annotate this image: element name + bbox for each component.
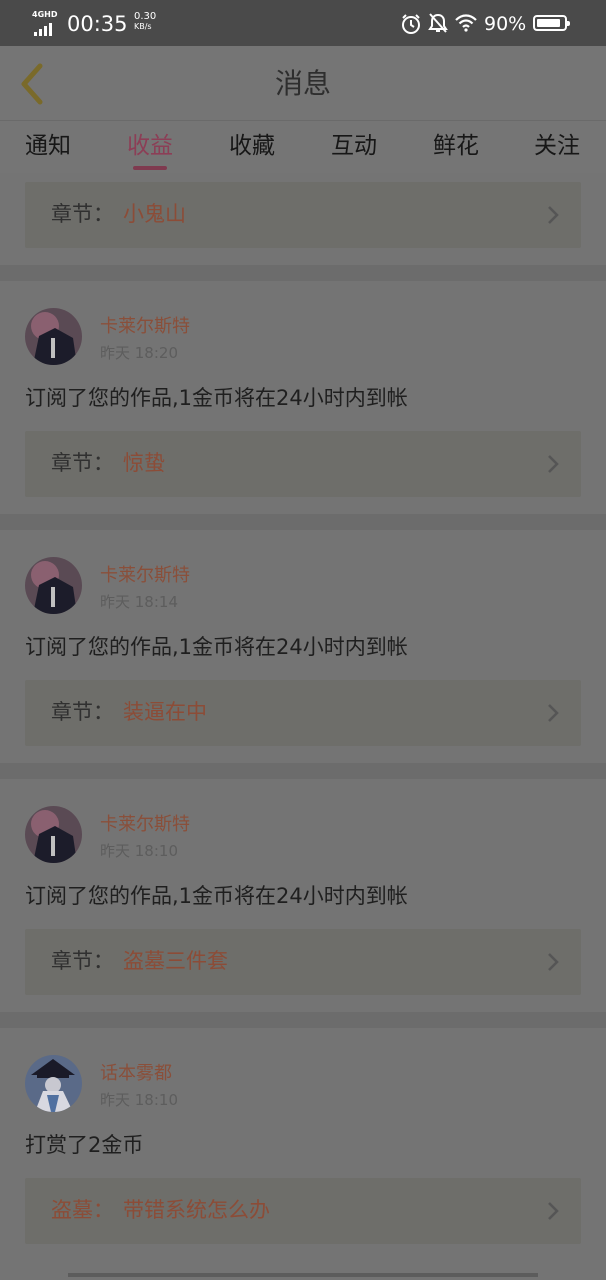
message-text: 订阅了您的作品,1金币将在24小时内到帐 [25,386,408,410]
message-list[interactable]: 章节： 小鬼山 卡莱尔斯特 昨天 18:20 订阅了您的作品,1金币将在24小时… [0,173,606,1280]
chapter-link[interactable]: 章节： 装逼在中 [25,680,581,746]
network-type: 4GHD [32,10,58,19]
avatar-image [25,806,82,863]
network-speed-unit: KB/s [134,22,152,31]
battery-level [537,19,560,27]
author-name[interactable]: 卡莱尔斯特 [100,814,190,836]
avatar-image [25,1055,82,1112]
message-time: 昨天 18:10 [100,842,178,860]
message-card: 卡莱尔斯特 昨天 18:10 订阅了您的作品,1金币将在24小时内到帐 章节： … [0,779,606,1012]
chapter-name: 装逼在中 [123,700,207,724]
chapter-label: 章节： [51,949,114,973]
network-speed-value: 0.30 [134,11,157,22]
message-card: 话本雾都 昨天 18:10 打赏了2金币 盗墓： 带错系统怎么办 [0,1028,606,1280]
chapter-link[interactable]: 章节： 惊蛰 [25,431,581,497]
message-text: 订阅了您的作品,1金币将在24小时内到帐 [25,635,408,659]
page-title: 消息 [274,67,331,100]
message-time: 昨天 18:14 [100,593,178,611]
bell-muted-icon [428,13,448,33]
chapter-link[interactable]: 章节： 盗墓三件套 [25,929,581,995]
avatar[interactable] [25,806,82,863]
divider [0,514,606,530]
message-card: 卡莱尔斯特 昨天 18:14 订阅了您的作品,1金币将在24小时内到帐 章节： … [0,530,606,763]
bottom-divider [68,1273,538,1277]
chevron-right-icon [548,1202,559,1220]
chapter-label: 章节： [51,700,114,724]
message-text: 打赏了2金币 [25,1133,144,1157]
header: 消息 [0,46,606,121]
chevron-right-icon [548,455,559,473]
wifi-icon [455,14,477,32]
divider [0,763,606,779]
tab-bar: 通知 收益 收藏 互动 鲜花 关注 [0,121,606,173]
avatar[interactable] [25,557,82,614]
network-speed: 0.30 KB/s [134,11,156,32]
chapter-label: 章节： [51,202,114,226]
battery-icon [533,15,570,31]
author-name[interactable]: 话本雾都 [100,1063,172,1085]
chapter-name: 小鬼山 [123,202,186,226]
divider [0,1012,606,1028]
chapter-label: 盗墓： [51,1198,114,1222]
chapter-link[interactable]: 盗墓： 带错系统怎么办 [25,1178,581,1244]
avatar-image [25,308,82,365]
active-tab-indicator [133,166,167,170]
avatar[interactable] [25,1055,82,1112]
tab-interactions[interactable]: 互动 [309,131,399,161]
chapter-name: 盗墓三件套 [123,949,228,973]
alarm-icon [402,14,420,34]
status-bar: 4GHD 00:35 0.30 KB/s 90% [0,0,606,46]
battery-percentage: 90% [484,13,527,35]
author-name[interactable]: 卡莱尔斯特 [100,316,190,338]
message-text: 订阅了您的作品,1金币将在24小时内到帐 [25,884,408,908]
avatar-image [25,557,82,614]
cellular-signal-icon: 4GHD [32,10,60,36]
tab-favorites[interactable]: 收藏 [207,131,297,161]
message-time: 昨天 18:20 [100,344,178,362]
avatar[interactable] [25,308,82,365]
author-name[interactable]: 卡莱尔斯特 [100,565,190,587]
tab-notifications[interactable]: 通知 [3,131,93,161]
chevron-right-icon [548,704,559,722]
message-card: 章节： 小鬼山 [0,173,606,265]
chapter-label: 章节： [51,451,114,475]
tab-flowers[interactable]: 鲜花 [411,131,501,161]
tab-following[interactable]: 关注 [512,131,602,161]
chapter-name: 带错系统怎么办 [123,1198,270,1222]
divider [0,265,606,281]
chapter-name: 惊蛰 [123,451,165,475]
clock: 00:35 [67,12,128,36]
message-card: 卡莱尔斯特 昨天 18:20 订阅了您的作品,1金币将在24小时内到帐 章节： … [0,281,606,514]
chapter-link[interactable]: 章节： 小鬼山 [25,182,581,248]
tab-earnings[interactable]: 收益 [105,131,195,161]
chevron-right-icon [548,953,559,971]
chevron-right-icon [548,206,559,224]
message-time: 昨天 18:10 [100,1091,178,1109]
